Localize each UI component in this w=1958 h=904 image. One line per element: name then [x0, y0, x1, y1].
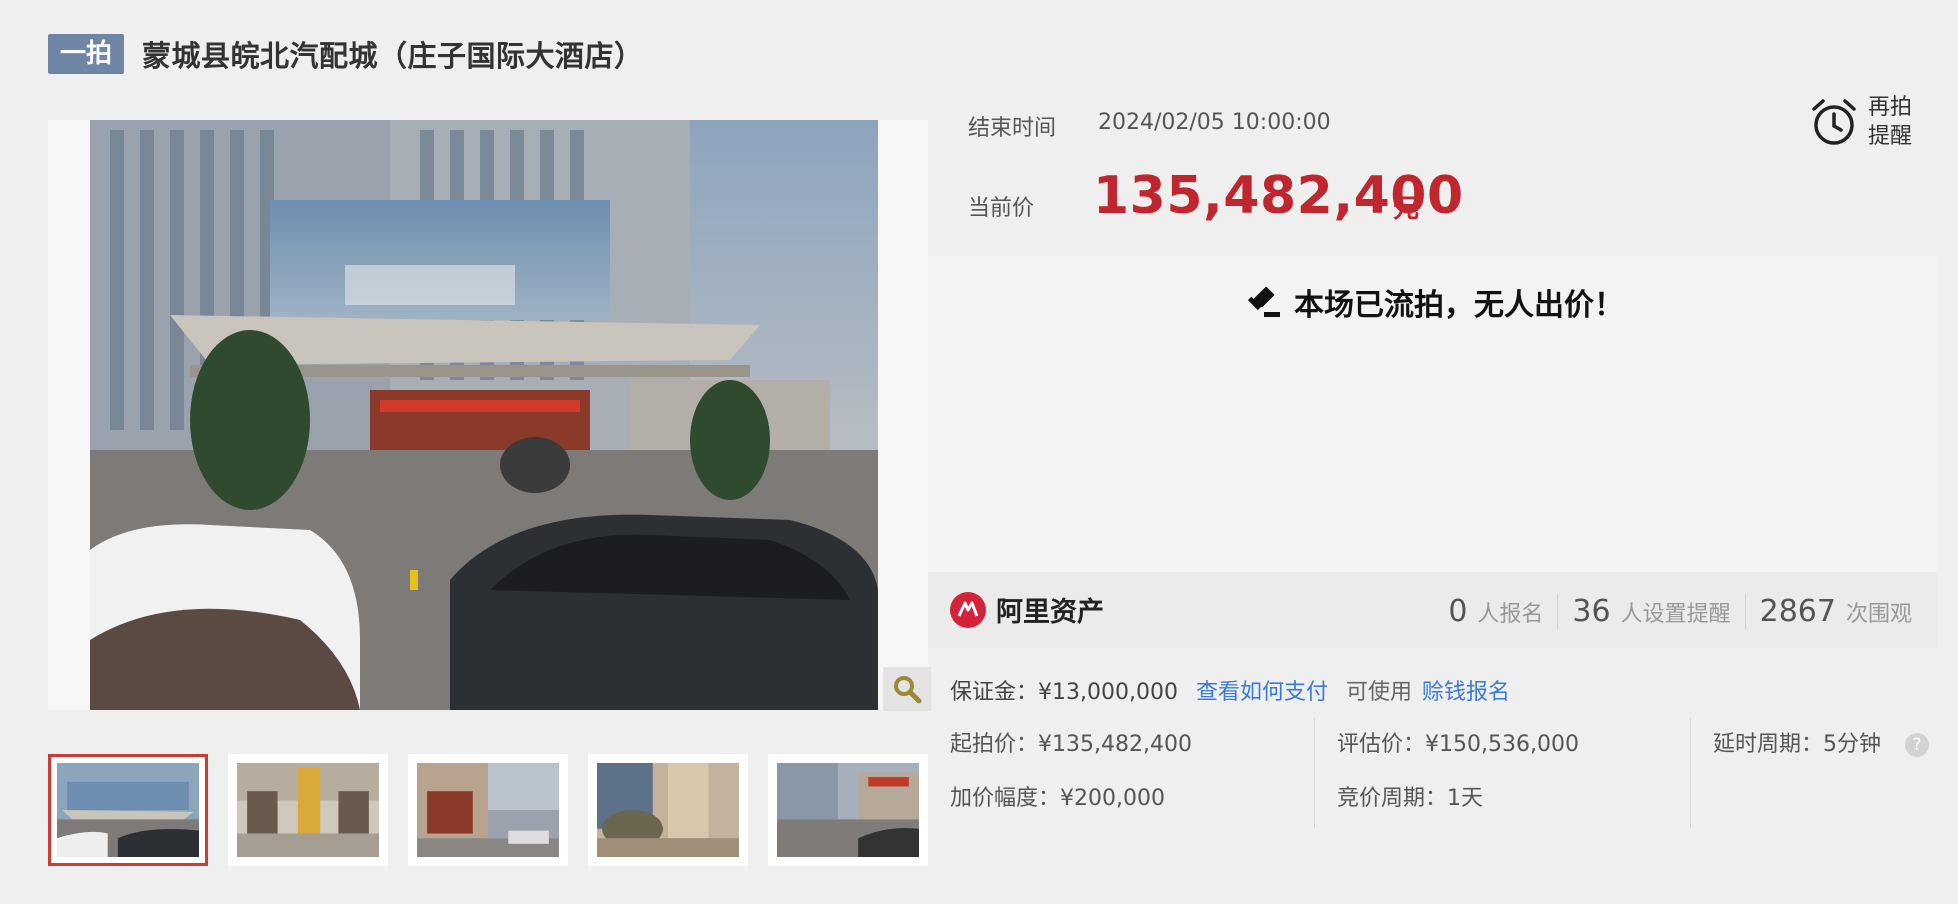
round-badge: 一拍 [48, 34, 125, 74]
reminder-label: 再拍提醒 [1868, 95, 1913, 149]
stat-views: 2867 次围观 [1744, 594, 1926, 629]
thumbnail-2-image [237, 763, 379, 857]
details-col-1: 起拍价：¥135,482,400 加价幅度：¥200,000 [928, 718, 1314, 828]
lot-title: 蒙城县皖北汽配城（庄子国际大酒店） [142, 39, 644, 73]
status-message: 本场已流拍，无人出价！ [1246, 280, 1624, 324]
start-price: 起拍价：¥135,482,400 [950, 732, 1192, 757]
re-auction-reminder-button[interactable]: 再拍提醒 [1810, 88, 1950, 156]
details-col-2: 评估价：¥150,536,000 竞价周期：1天 [1314, 718, 1690, 828]
hotel-photo-illustration [90, 120, 878, 710]
stat-reminders-label: 人设置提醒 [1620, 602, 1731, 627]
end-time-value: 2024/02/05 10:00:00 [1098, 110, 1331, 135]
ali-assets-logo-icon [950, 591, 986, 628]
stat-views-count: 2867 [1759, 594, 1836, 629]
deposit-row: 保证金：¥13,000,000 查看如何支付 可使用 赊钱报名 [950, 674, 1510, 706]
thumbnail-5-image [777, 763, 919, 857]
details-col-3: 延时周期：5分钟? [1690, 718, 1935, 828]
title-row: 一拍 蒙城县皖北汽配城（庄子国际大酒店） [48, 34, 644, 74]
thumbnail-2[interactable] [228, 754, 388, 866]
bid-period: 竞价周期：1天 [1337, 786, 1483, 811]
stat-reminders: 36 人设置提醒 [1557, 594, 1744, 629]
stat-signups-label: 人报名 [1477, 602, 1544, 627]
thumbnail-3-image [417, 763, 559, 857]
auction-info: 结束时间 2024/02/05 10:00:00 当前价 135,482,400… [928, 88, 1958, 258]
stat-reminders-count: 36 [1572, 594, 1611, 629]
platform-brand: 阿里资产 [950, 590, 1104, 629]
gavel-icon [1247, 286, 1280, 317]
end-time-label: 结束时间 [968, 116, 1057, 141]
magnifier-icon [894, 676, 922, 704]
appraisal-price: 评估价：¥150,536,000 [1337, 732, 1579, 757]
thumbnail-1-image [57, 763, 199, 857]
delay-period: 延时周期：5分钟 [1713, 732, 1881, 757]
delay-period-row: 延时周期：5分钟? [1713, 718, 1935, 772]
alarm-clock-icon [1812, 99, 1856, 145]
deposit-amount: 保证金：¥13,000,000 [950, 680, 1178, 705]
status-text: 本场已流拍，无人出价！ [1294, 288, 1624, 323]
thumbnail-5[interactable] [768, 754, 928, 866]
stat-views-label: 次围观 [1845, 602, 1912, 627]
platform-name: 阿里资产 [996, 597, 1104, 628]
credit-signup-link[interactable]: 赊钱报名 [1422, 674, 1510, 706]
can-use-label: 可使用 [1345, 680, 1412, 705]
current-price-label: 当前价 [968, 196, 1035, 221]
bid-increment: 加价幅度：¥200,000 [950, 786, 1165, 811]
auction-details: 保证金：¥13,000,000 查看如何支付 可使用 赊钱报名 起拍价：¥135… [928, 648, 1958, 904]
main-image-viewer[interactable] [48, 120, 928, 710]
help-icon[interactable]: ? [1905, 733, 1929, 757]
thumbnail-4-image [597, 763, 739, 857]
stats-bar: 阿里资产 0 人报名 36 人设置提醒 2867 次围观 [928, 572, 1938, 648]
zoom-button[interactable] [883, 667, 931, 711]
thumbnail-strip [48, 754, 928, 866]
stat-signups-count: 0 [1448, 594, 1468, 629]
auction-status-panel: 本场已流拍，无人出价！ [928, 256, 1938, 572]
thumbnail-1[interactable] [48, 754, 208, 866]
how-to-pay-link[interactable]: 查看如何支付 [1196, 674, 1328, 706]
hotel-photo [90, 120, 878, 710]
thumbnail-3[interactable] [408, 754, 568, 866]
price-unit: 元 [1393, 194, 1420, 224]
thumbnail-4[interactable] [588, 754, 748, 866]
stat-signups: 0 人报名 [1434, 594, 1557, 629]
details-grid: 起拍价：¥135,482,400 加价幅度：¥200,000 评估价：¥150,… [928, 718, 1935, 828]
stats-group: 0 人报名 36 人设置提醒 2867 次围观 [1434, 594, 1926, 629]
